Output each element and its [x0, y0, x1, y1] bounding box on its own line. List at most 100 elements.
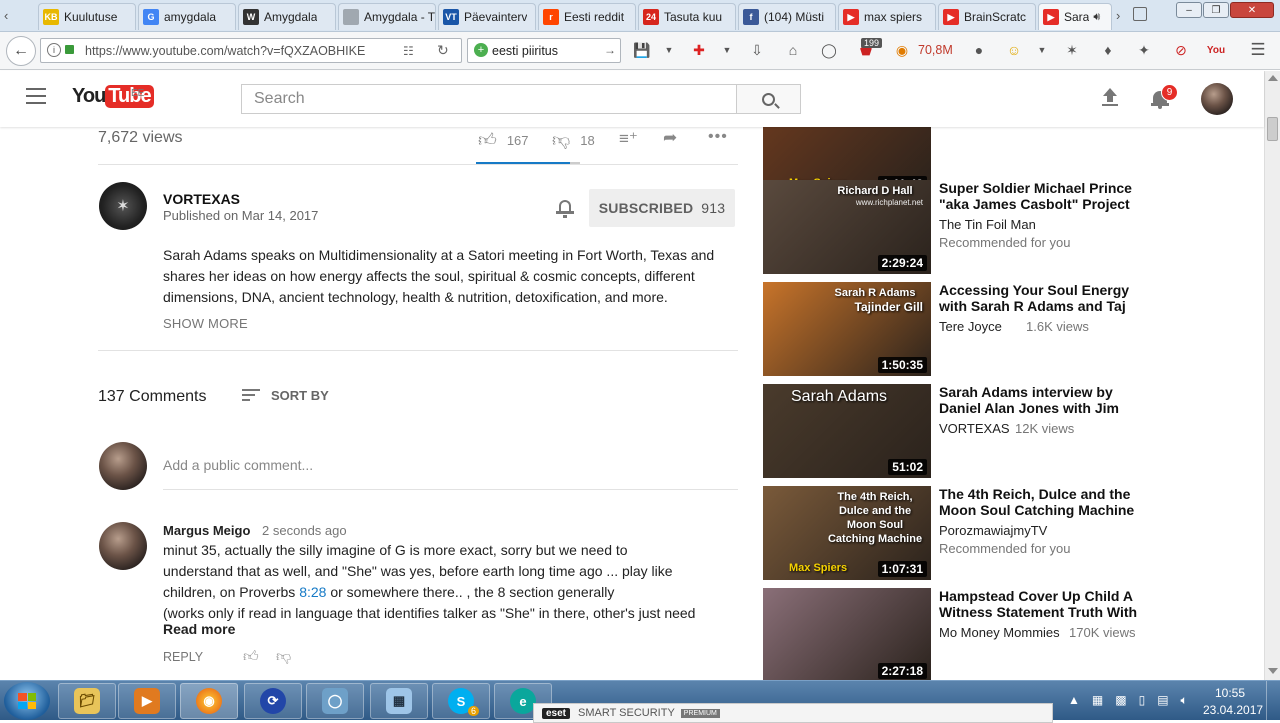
share-icon[interactable]: ➦ [663, 128, 677, 148]
clock-date[interactable]: 23.04.2017 [1203, 703, 1263, 717]
extension-icon-2[interactable]: ☺ [1005, 41, 1023, 59]
extension-icon-3[interactable]: ✶ [1063, 41, 1081, 59]
minimize-button[interactable]: – [1176, 2, 1202, 18]
browser-tab[interactable]: W Amygdala [238, 3, 336, 30]
save-icon[interactable]: 💾 [633, 41, 651, 59]
notification-bell-toggle-icon[interactable] [556, 199, 574, 219]
youtube-search-button[interactable] [737, 84, 801, 114]
close-window-button[interactable]: ✕ [1230, 2, 1274, 18]
browser-tab[interactable]: ▶ max spiers [838, 3, 936, 30]
taskbar-app-swirl[interactable]: ⟳ [244, 683, 302, 719]
browser-tab[interactable]: 24 Tasuta kuu [638, 3, 736, 30]
add-comment-input[interactable]: Add a public comment... [163, 457, 738, 473]
video-thumbnail[interactable]: 2:27:18 [763, 588, 931, 680]
extension-icon-5[interactable]: ✦ [1135, 41, 1153, 59]
dropdown-icon-3[interactable]: ▼ [1033, 41, 1051, 59]
downloads-icon[interactable]: ⇩ [748, 41, 766, 59]
browser-tab[interactable]: ▶ BrainScratc [938, 3, 1036, 30]
tab-scroll-right-icon[interactable]: › [1116, 8, 1120, 23]
recommended-video[interactable]: Sarah R Adams Tajinder Gill 1:50:35 Accessi… [763, 282, 1143, 376]
back-button[interactable]: ← [6, 36, 36, 66]
info-icon[interactable]: i [47, 43, 61, 57]
tab-audio-icon[interactable]: 🔊︎ [1093, 11, 1100, 24]
clock-time[interactable]: 10:55 [1215, 686, 1245, 700]
browser-tab[interactable]: Gamygdala [138, 3, 236, 30]
youtube-extension-icon[interactable]: You [1207, 41, 1225, 59]
network-icon[interactable]: ▤ [1157, 693, 1168, 708]
scroll-up-arrow-icon[interactable] [1268, 75, 1278, 81]
reply-button[interactable]: REPLY [163, 650, 203, 664]
browser-tab[interactable]: Amygdala - Th [338, 3, 436, 30]
home-icon[interactable]: ⌂ [784, 41, 802, 59]
browser-tab[interactable]: ▶ Sara 🔊︎ [1038, 3, 1112, 30]
taskbar-explorer[interactable]: 📁︎ [58, 683, 116, 719]
taskbar-app-network[interactable]: ◯ [306, 683, 364, 719]
tab-list-icon[interactable] [1133, 7, 1147, 21]
show-more-button[interactable]: SHOW MORE [163, 316, 248, 331]
restore-button[interactable]: ❐ [1203, 2, 1229, 18]
comment-author-avatar[interactable] [99, 522, 147, 570]
video-thumbnail[interactable]: The 4th Reich, Dulce and the Moon Soul C… [763, 486, 931, 580]
dropdown-icon[interactable]: ▼ [660, 41, 678, 59]
taskbar-control-panel[interactable]: ▦ [370, 683, 428, 719]
comment-like-icon[interactable]: 👍︎ [243, 648, 259, 666]
sort-by-button[interactable]: SORT BY [242, 388, 329, 403]
extension-icon-1[interactable]: ● [970, 41, 988, 59]
scrollbar-thumb[interactable] [1267, 117, 1278, 141]
addon-icon[interactable]: ✚ [690, 41, 708, 59]
subscribe-button[interactable]: SUBSCRIBED 913 [589, 189, 735, 227]
video-thumbnail[interactable]: Sarah R Adams Tajinder Gill 1:50:35 [763, 282, 931, 376]
taskbar-media-player[interactable]: ▶ [118, 683, 176, 719]
like-button[interactable]: 👍︎ 167 [478, 129, 529, 151]
browser-tab[interactable]: VT Päevainterv [438, 3, 536, 30]
reload-icon[interactable]: ↻ [437, 42, 449, 59]
browser-search-bar[interactable]: + eesti piiritus → [467, 38, 621, 63]
dislike-button[interactable]: 👎︎ 18 [552, 129, 595, 151]
pocket-icon[interactable]: ◯ [820, 41, 838, 59]
menu-icon[interactable]: ☰ [1249, 40, 1267, 59]
video-title[interactable]: Hampstead Cover Up Child A Witness State… [939, 588, 1139, 620]
search-go-icon[interactable]: → [604, 43, 616, 57]
channel-avatar[interactable]: ✶ [99, 182, 147, 230]
recommended-video[interactable]: The 4th Reich, Dulce and the Moon Soul C… [763, 486, 1143, 580]
extension-icon-6[interactable]: ⊘ [1172, 41, 1190, 59]
tray-icon-3[interactable]: ▩ [1115, 693, 1126, 708]
video-title[interactable]: Super Soldier Michael Prince "aka James … [939, 180, 1139, 212]
guide-menu-icon[interactable] [26, 88, 46, 104]
volume-icon[interactable]: 🔈︎ [1181, 693, 1188, 708]
recommended-video[interactable]: Sarah Adams 51:02 Sarah Adams interview by… [763, 384, 1143, 478]
comment-time[interactable]: 2 seconds ago [262, 523, 347, 538]
browser-tab[interactable]: r Eesti reddit [538, 3, 636, 30]
taskbar-skype[interactable]: S 6 [432, 683, 490, 719]
browser-tab[interactable]: KB Kuulutuse [38, 3, 136, 30]
recommended-video[interactable]: Richard D Hall www.richplanet.net 2:29:24 S… [763, 180, 1143, 274]
recommended-video[interactable]: 2:27:18 Hampstead Cover Up Child A Witnes… [763, 588, 1143, 680]
tray-icon-1[interactable]: ▲ [1068, 693, 1080, 708]
more-actions-icon[interactable]: ••• [708, 128, 728, 146]
tray-icon-2[interactable]: ▦ [1092, 693, 1103, 708]
video-thumbnail[interactable]: Richard D Hall www.richplanet.net 2:29:24 [763, 180, 931, 274]
youtube-search-input[interactable]: Search [241, 84, 737, 114]
extension-icon-4[interactable]: ♦ [1099, 41, 1117, 59]
video-thumbnail[interactable]: Sarah Adams 51:02 [763, 384, 931, 478]
tab-scroll-left-icon[interactable]: ‹ [4, 8, 8, 23]
upload-icon[interactable] [1101, 88, 1119, 108]
url-bar[interactable]: i https://www.youtube.com/watch?v=fQXZAO… [40, 38, 462, 63]
video-title[interactable]: The 4th Reich, Dulce and the Moon Soul C… [939, 486, 1139, 518]
start-button[interactable] [4, 682, 50, 720]
add-to-playlist-icon[interactable]: ≡⁺ [619, 129, 638, 149]
video-title[interactable]: Accessing Your Soul Energy with Sarah R … [939, 282, 1139, 314]
comment-dislike-icon[interactable]: 👎︎ [276, 648, 291, 666]
comment-author[interactable]: Margus Meigo [163, 523, 250, 538]
eset-notification[interactable]: eset SMART SECURITY PREMIUM [533, 703, 1053, 723]
dropdown-icon-2[interactable]: ▼ [718, 41, 736, 59]
timestamp-link[interactable]: 8:28 [299, 584, 326, 600]
reader-view-icon[interactable]: ☷ [403, 44, 414, 58]
channel-name[interactable]: VORTEXAS [163, 191, 240, 207]
tray-icon-4[interactable]: ▯ [1139, 693, 1146, 708]
scroll-down-arrow-icon[interactable] [1268, 668, 1278, 674]
video-title[interactable]: Sarah Adams interview by Daniel Alan Jon… [939, 384, 1139, 416]
show-desktop-button[interactable] [1266, 681, 1280, 721]
account-avatar[interactable] [1201, 83, 1233, 115]
browser-tab[interactable]: f (104) Müsti [738, 3, 836, 30]
